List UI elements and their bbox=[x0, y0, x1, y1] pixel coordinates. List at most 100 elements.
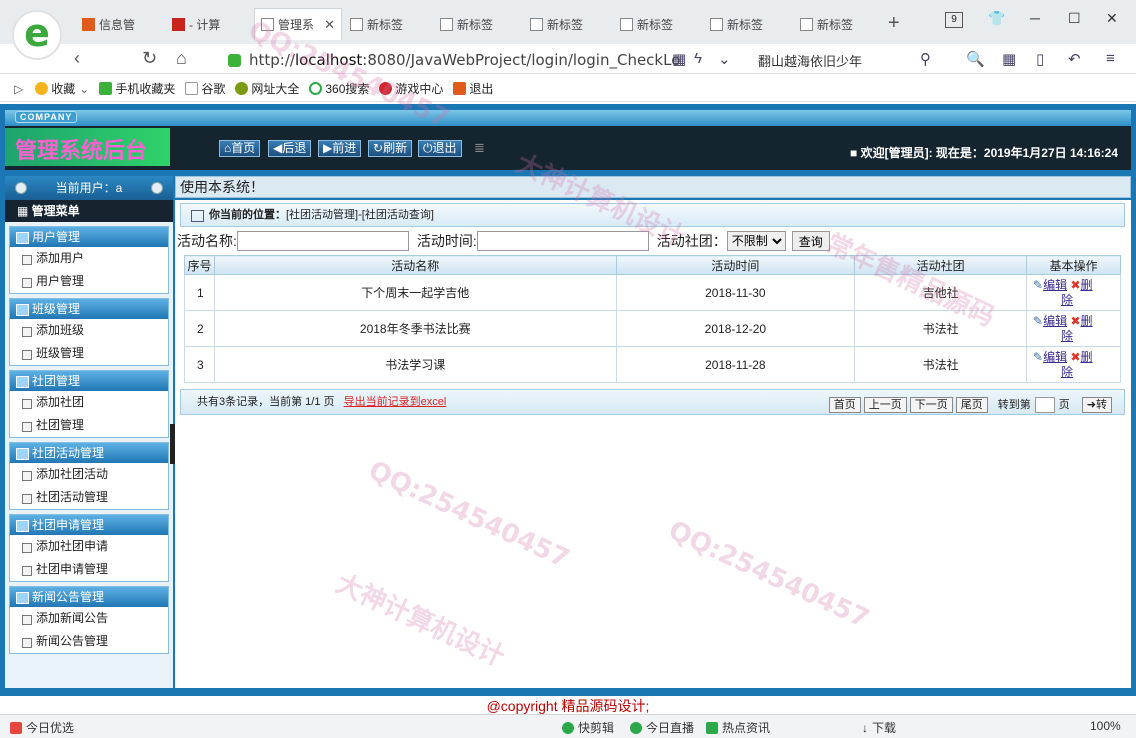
browser-tab[interactable]: 新标签 bbox=[344, 8, 432, 40]
reload-icon[interactable]: ↻ bbox=[142, 48, 157, 69]
logout-button[interactable]: ⏻退出 bbox=[418, 140, 462, 157]
home-icon[interactable]: ⌂ bbox=[176, 48, 187, 69]
downloads[interactable]: ↓ 下载 bbox=[862, 719, 896, 736]
browser-tab[interactable]: 新标签 bbox=[524, 8, 612, 40]
find-icon[interactable]: 🔍 bbox=[966, 50, 985, 68]
prev-page-button[interactable]: 上一页 bbox=[863, 397, 907, 413]
back-icon[interactable]: ‹ bbox=[74, 48, 80, 69]
zoom-level[interactable]: 100% bbox=[1090, 719, 1121, 733]
browser-tab-active[interactable]: 管理系 ✕ bbox=[254, 8, 342, 40]
browser-logo-icon[interactable]: e bbox=[12, 10, 62, 60]
delete-link[interactable]: 删 bbox=[1081, 350, 1093, 364]
favorite-link[interactable]: 游戏中心 bbox=[379, 80, 443, 97]
tab-count-badge[interactable]: 9 bbox=[945, 12, 963, 28]
menu-item-add-application[interactable]: 添加社团申请 bbox=[10, 535, 168, 558]
menu-item-application-manage[interactable]: 社团申请管理 bbox=[10, 558, 168, 581]
search-icon[interactable]: ⚲ bbox=[920, 50, 931, 68]
go-button[interactable]: ➜转 bbox=[1081, 397, 1112, 413]
apps-icon[interactable]: ▦ bbox=[1002, 50, 1016, 68]
browser-tab[interactable]: 新标签 bbox=[434, 8, 522, 40]
favorite-link[interactable]: 退出 bbox=[453, 80, 493, 97]
table-row: 2 2018年冬季书法比赛 2018-12-20 书法社 ✎编辑 ✖删除 bbox=[184, 310, 1121, 347]
menu-group-header[interactable]: 社团活动管理 bbox=[10, 443, 168, 463]
search-keyword[interactable]: 翻山越海依旧少年 bbox=[758, 51, 862, 70]
tab-favicon-icon bbox=[620, 17, 633, 31]
delete-link-suffix[interactable]: 除 bbox=[1061, 329, 1073, 343]
today-picks[interactable]: 今日优选 bbox=[10, 719, 74, 736]
edit-link[interactable]: 编辑 bbox=[1043, 278, 1067, 292]
phone-icon[interactable]: ▯ bbox=[1036, 50, 1044, 68]
table-row: 3 书法学习课 2018-11-28 书法社 ✎编辑 ✖删除 bbox=[184, 346, 1121, 383]
lightning-icon[interactable]: ϟ bbox=[694, 50, 702, 67]
menu-item-add-news[interactable]: 添加新闻公告 bbox=[10, 607, 168, 630]
tab-favicon-icon bbox=[530, 17, 543, 31]
menu-group-header[interactable]: 社团管理 bbox=[10, 371, 168, 391]
favorite-link[interactable]: 谷歌 bbox=[185, 80, 225, 97]
brand-title: 管理系统后台 bbox=[5, 128, 170, 166]
menu-item-add-user[interactable]: 添加用户 bbox=[10, 247, 168, 270]
undo-icon[interactable]: ↶ bbox=[1068, 50, 1081, 68]
delete-link[interactable]: 删 bbox=[1081, 278, 1093, 292]
menu-item-club-manage[interactable]: 社团管理 bbox=[10, 414, 168, 437]
query-button[interactable]: 查询 bbox=[791, 231, 830, 251]
sidebar-toggle-icon[interactable]: ▷ bbox=[14, 82, 23, 96]
activity-time-input[interactable] bbox=[476, 231, 649, 251]
favorite-link[interactable]: 手机收藏夹 bbox=[99, 80, 175, 97]
menu-item-news-manage[interactable]: 新闻公告管理 bbox=[10, 630, 168, 653]
forward-button[interactable]: ▶前进 bbox=[318, 140, 362, 157]
menu-item-user-manage[interactable]: 用户管理 bbox=[10, 270, 168, 293]
menu-icon[interactable]: ≡ bbox=[1106, 50, 1115, 67]
refresh-button[interactable]: ↻刷新 bbox=[368, 140, 413, 157]
new-tab-button[interactable]: + bbox=[888, 12, 900, 35]
menu-item-activity-manage[interactable]: 社团活动管理 bbox=[10, 486, 168, 509]
delete-link-suffix[interactable]: 除 bbox=[1061, 293, 1073, 307]
record-summary: 共有3条记录，当前第 1/1 页 bbox=[197, 396, 335, 408]
menu-item-class-manage[interactable]: 班级管理 bbox=[10, 342, 168, 365]
favorite-link[interactable]: 360搜索 bbox=[309, 80, 369, 97]
favorites-star[interactable]: 收藏 ⌄ bbox=[35, 80, 89, 97]
quick-clip[interactable]: 快剪辑 bbox=[562, 719, 614, 736]
favorites-bar: ▷ 收藏 ⌄ 手机收藏夹 谷歌 网址大全 360搜索 游戏中心 退出 bbox=[0, 76, 1136, 102]
menu-group-header[interactable]: 社团申请管理 bbox=[10, 515, 168, 535]
minimize-icon[interactable]: ─ bbox=[1030, 10, 1040, 26]
today-live[interactable]: 今日直播 bbox=[630, 719, 694, 736]
copyright-footer: @copyright 精品源码设计; bbox=[486, 698, 650, 714]
close-window-icon[interactable]: ✕ bbox=[1106, 10, 1118, 27]
menu-item-add-club[interactable]: 添加社团 bbox=[10, 391, 168, 414]
delete-link-suffix[interactable]: 除 bbox=[1061, 365, 1073, 379]
menu-group-header[interactable]: 新闻公告管理 bbox=[10, 587, 168, 607]
hot-news[interactable]: 热点资讯 bbox=[706, 719, 770, 736]
close-tab-icon[interactable]: ✕ bbox=[324, 17, 335, 33]
activity-name-input[interactable] bbox=[236, 231, 409, 251]
browser-tab[interactable]: 信息管 bbox=[76, 8, 164, 40]
edit-link[interactable]: 编辑 bbox=[1043, 314, 1067, 328]
menu-group-header[interactable]: 用户管理 bbox=[10, 227, 168, 247]
favorite-link[interactable]: 网址大全 bbox=[235, 80, 299, 97]
play-icon bbox=[630, 721, 642, 734]
skin-icon[interactable]: 👕 bbox=[988, 10, 1005, 27]
menu-item-add-class[interactable]: 添加班级 bbox=[10, 319, 168, 342]
activity-club-select[interactable]: 不限制 bbox=[726, 231, 786, 251]
download-icon: ↓ bbox=[862, 720, 868, 735]
menu-group-activities: 社团活动管理 添加社团活动 社团活动管理 bbox=[9, 442, 169, 510]
delete-link[interactable]: 删 bbox=[1081, 314, 1093, 328]
back-button[interactable]: ◀后退 bbox=[268, 140, 312, 157]
maximize-icon[interactable]: ☐ bbox=[1068, 10, 1081, 27]
browser-tab[interactable]: 新标签 bbox=[794, 8, 882, 40]
next-page-button[interactable]: 下一页 bbox=[909, 397, 953, 413]
browser-tab[interactable]: - 计算 bbox=[166, 8, 254, 40]
menu-item-add-activity[interactable]: 添加社团活动 bbox=[10, 463, 168, 486]
export-excel-link[interactable]: 导出当前记录到excel bbox=[344, 396, 447, 408]
menu-group-header[interactable]: 班级管理 bbox=[10, 299, 168, 319]
qr-icon[interactable]: ▦ bbox=[672, 50, 686, 68]
home-button[interactable]: ⌂首页 bbox=[219, 140, 261, 157]
browser-tab[interactable]: 新标签 bbox=[614, 8, 702, 40]
chevron-down-icon[interactable]: ⌄ bbox=[718, 50, 731, 68]
first-page-button[interactable]: 首页 bbox=[828, 397, 861, 413]
last-page-button[interactable]: 尾页 bbox=[955, 397, 988, 413]
goto-page-input[interactable] bbox=[1034, 397, 1055, 413]
edit-link[interactable]: 编辑 bbox=[1043, 350, 1067, 364]
table-row: 1 下个周末一起学吉他 2018-11-30 吉他社 ✎编辑 ✖删除 bbox=[184, 274, 1121, 311]
cell-club: 书法社 bbox=[854, 310, 1028, 347]
browser-tab[interactable]: 新标签 bbox=[704, 8, 792, 40]
